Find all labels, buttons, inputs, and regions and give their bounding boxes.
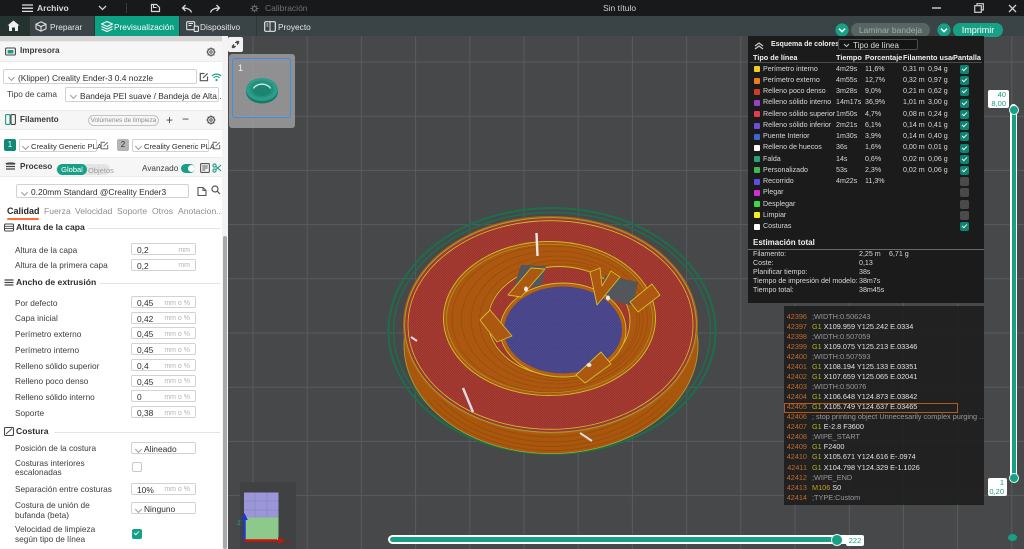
svg-text:z: z <box>237 518 241 527</box>
svg-text:x: x <box>286 538 290 547</box>
